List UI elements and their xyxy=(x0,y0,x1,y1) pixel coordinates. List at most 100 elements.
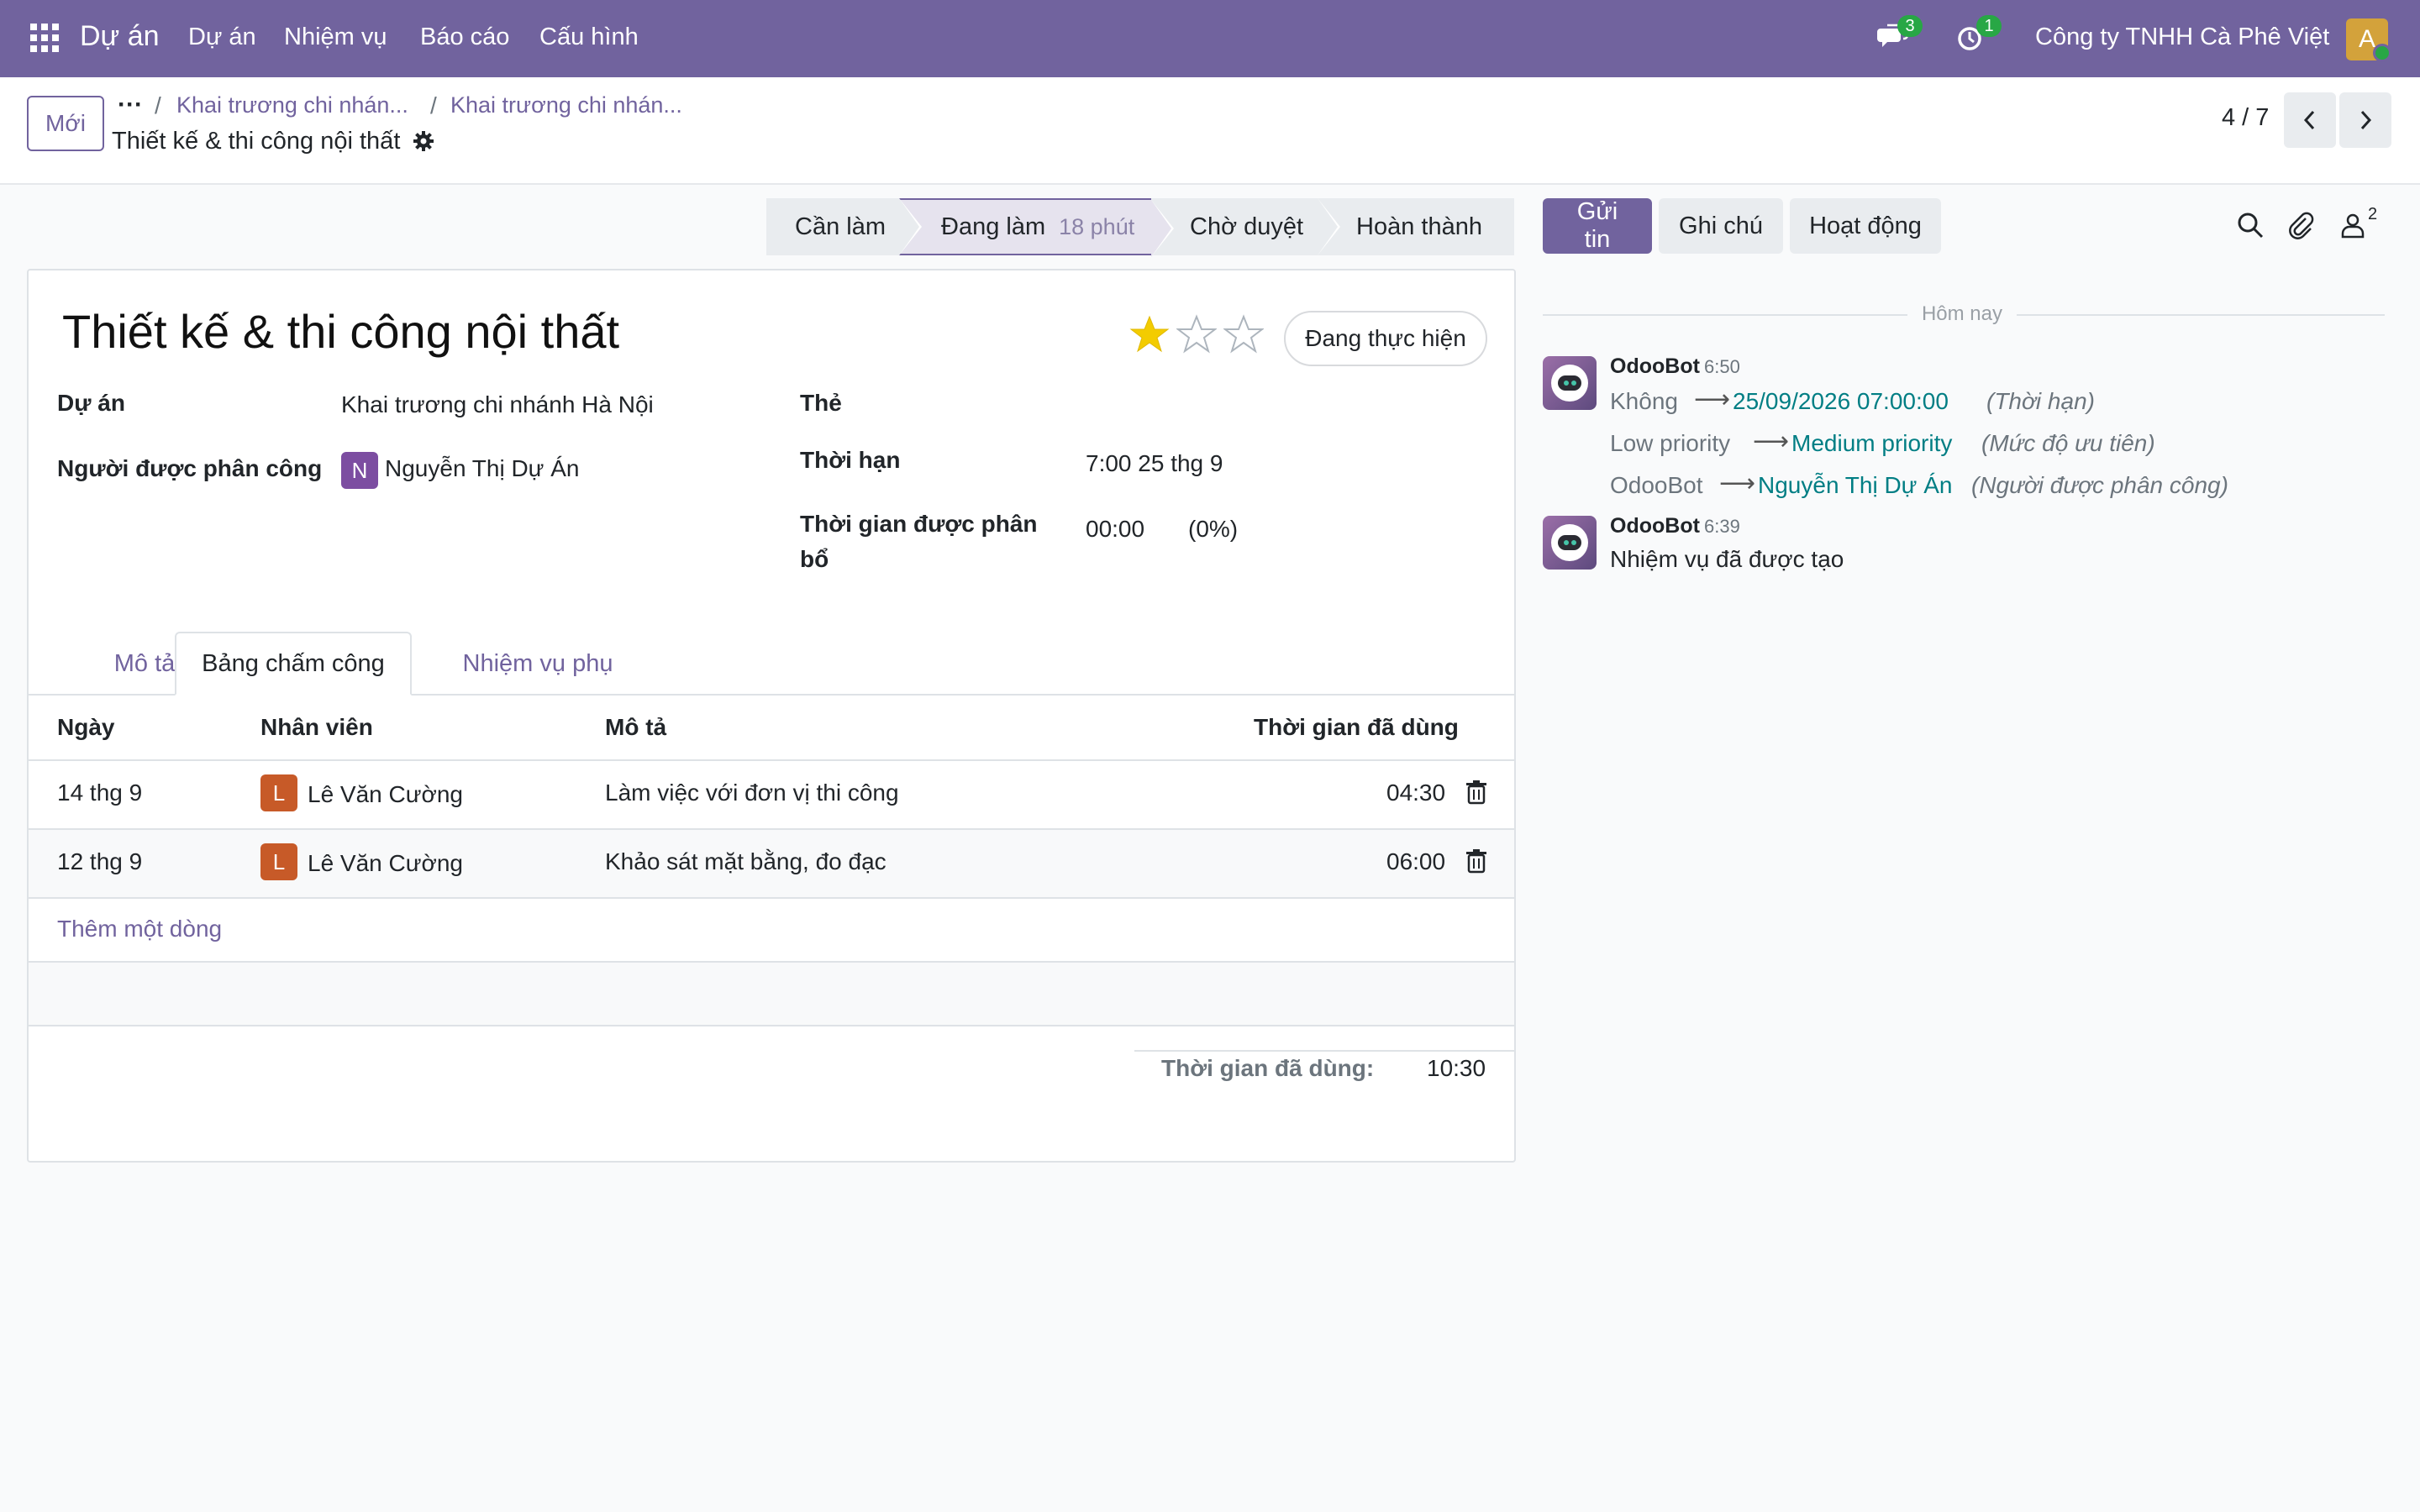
company-switcher[interactable]: Công ty TNHH Cà Phê Việt xyxy=(2035,24,2329,51)
pager-previous-button[interactable] xyxy=(2284,92,2336,148)
menu-configuration[interactable]: Cấu hình xyxy=(539,24,639,51)
message-time: 6:50 xyxy=(1704,356,1740,377)
date-divider-label: Hôm nay xyxy=(1921,302,2003,325)
priority-star-empty-icon[interactable] xyxy=(1223,314,1264,354)
deadline-field[interactable]: 7:00 25 thg 9 xyxy=(1086,450,1223,477)
control-panel: Mới ··· / Khai trương chi nhán... / Khai… xyxy=(0,77,2420,185)
message-time: 6:39 xyxy=(1704,516,1740,537)
add-line-link[interactable]: Thêm một dòng xyxy=(57,916,222,942)
row-1-date[interactable]: 14 thg 9 xyxy=(57,780,142,806)
row-1-employee[interactable]: Lê Văn Cường xyxy=(308,781,463,808)
odoobot-avatar[interactable] xyxy=(1543,516,1597,570)
presence-indicator xyxy=(2373,44,2391,62)
arrow-right-icon: ⟶ xyxy=(1719,470,1756,497)
column-header-time-spent[interactable]: Thời gian đã dùng xyxy=(1254,714,1459,741)
message-author[interactable]: OdooBot xyxy=(1610,354,1700,379)
menu-reporting[interactable]: Báo cáo xyxy=(420,24,509,51)
app-brand[interactable]: Dự án xyxy=(80,20,160,53)
priority-star-empty-icon[interactable] xyxy=(1176,314,1217,354)
tracking-new-value: Medium priority xyxy=(1791,430,1953,456)
total-time-label: Thời gian đã dùng: xyxy=(1161,1055,1375,1081)
chevron-right-icon xyxy=(2360,110,2372,130)
trash-icon[interactable] xyxy=(1465,780,1487,805)
arrow-right-icon: ⟶ xyxy=(1753,428,1790,455)
stage-label: Chờ duyệt xyxy=(1190,213,1304,240)
total-divider xyxy=(1134,1050,1514,1052)
assignee-avatar: N xyxy=(341,452,378,489)
activities-icon[interactable]: 1 xyxy=(1954,15,2002,57)
task-name-field[interactable]: Thiết kế & thi công nội thất xyxy=(62,304,619,359)
message-author[interactable]: OdooBot xyxy=(1610,514,1700,538)
stage-waiting-approval[interactable]: Chờ duyệt xyxy=(1151,198,1340,255)
row-1-description[interactable]: Làm việc với đơn vị thi công xyxy=(605,780,899,806)
tracking-field-name: (Người được phân công) xyxy=(1971,472,2228,498)
app-root: Dự án Dự án Nhiệm vụ Báo cáo Cấu hình 3 … xyxy=(0,0,2420,1512)
column-header-employee[interactable]: Nhân viên xyxy=(260,714,373,741)
followers-count: 2 xyxy=(2368,205,2378,223)
row-2-duration[interactable]: 06:00 xyxy=(1386,848,1445,875)
date-divider-line xyxy=(2017,314,2385,316)
activity-button[interactable]: Hoạt động xyxy=(1790,198,1941,254)
menu-projects[interactable]: Dự án xyxy=(188,24,256,51)
tab-timesheets[interactable]: Bảng chấm công xyxy=(175,632,412,696)
messages-icon[interactable]: 3 xyxy=(1876,15,1923,57)
tracking-old-value: OdooBot xyxy=(1610,472,1703,498)
breadcrumb-project[interactable]: Khai trương chi nhán... xyxy=(176,92,408,118)
apps-menu-icon[interactable] xyxy=(30,24,59,52)
breadcrumb-separator: / xyxy=(430,92,437,118)
new-record-button[interactable]: Mới xyxy=(27,96,104,151)
row-2-date[interactable]: 12 thg 9 xyxy=(57,848,142,875)
stage-todo[interactable]: Cần làm xyxy=(766,198,922,255)
log-note-button[interactable]: Ghi chú xyxy=(1659,198,1783,254)
column-header-description[interactable]: Mô tả xyxy=(605,714,666,741)
project-label: Dự án xyxy=(57,390,125,416)
tracking-field-name: (Mức độ ưu tiên) xyxy=(1981,430,2155,456)
stage-duration: 18 phút xyxy=(1059,213,1135,239)
tracking-old-value: Không xyxy=(1610,388,1678,414)
tab-subtasks[interactable]: Nhiệm vụ phụ xyxy=(429,632,647,696)
tracking-new-value: 25/09/2026 07:00:00 xyxy=(1733,388,1949,414)
assignee-field[interactable]: Nguyễn Thị Dự Án xyxy=(385,455,579,482)
activities-badge: 1 xyxy=(1976,15,2002,37)
chevron-left-icon xyxy=(2303,110,2315,130)
breadcrumb-separator: / xyxy=(155,92,161,118)
message-body: Nhiệm vụ đã được tạo xyxy=(1610,546,1844,572)
stage-in-progress[interactable]: Đang làm 18 phút xyxy=(899,198,1174,257)
trash-icon[interactable] xyxy=(1465,848,1487,874)
tags-label: Thẻ xyxy=(800,390,842,416)
stage-statusbar: Cần làm Đang làm 18 phút Chờ duyệt Hoàn … xyxy=(766,198,1514,257)
allocated-time-percent: (0%) xyxy=(1188,516,1239,542)
deadline-label: Thời hạn xyxy=(800,447,901,473)
date-divider-line xyxy=(1543,314,1907,316)
table-footer-band xyxy=(29,963,1514,1025)
stage-label: Hoàn thành xyxy=(1356,213,1482,240)
send-message-button[interactable]: Gửi tin xyxy=(1543,198,1652,254)
breadcrumb-ellipsis-icon[interactable]: ··· xyxy=(118,91,143,119)
project-field[interactable]: Khai trương chi nhánh Hà Nội xyxy=(341,391,654,418)
task-state-button[interactable]: Đang thực hiện xyxy=(1284,311,1487,366)
form-sheet: Thiết kế & thi công nội thất Đang thực h… xyxy=(27,269,1516,1163)
pager-value[interactable]: 4 / 7 xyxy=(2222,104,2269,132)
stage-label: Đang làm xyxy=(941,213,1046,240)
followers-icon[interactable] xyxy=(2338,210,2368,240)
stage-done[interactable]: Hoàn thành xyxy=(1318,198,1514,255)
row-1-duration[interactable]: 04:30 xyxy=(1386,780,1445,806)
column-header-date[interactable]: Ngày xyxy=(57,714,114,741)
row-2-description[interactable]: Khảo sát mặt bằng, đo đạc xyxy=(605,848,886,875)
odoobot-avatar[interactable] xyxy=(1543,356,1597,410)
row-1-employee-avatar: L xyxy=(260,774,297,811)
assignee-label: Người được phân công xyxy=(57,455,323,481)
allocated-time-label: Thời gian được phân xyxy=(800,511,1038,537)
pager-next-button[interactable] xyxy=(2339,92,2391,148)
table-divider xyxy=(29,759,1514,761)
messages-badge: 3 xyxy=(1897,15,1923,37)
paperclip-icon[interactable] xyxy=(2286,210,2316,240)
breadcrumb-project-tasks[interactable]: Khai trương chi nhán... xyxy=(450,92,682,118)
allocated-time-field[interactable]: 00:00 xyxy=(1086,516,1144,543)
menu-tasks[interactable]: Nhiệm vụ xyxy=(284,24,387,51)
priority-star-filled-icon[interactable] xyxy=(1129,314,1170,354)
gear-icon[interactable] xyxy=(412,129,437,155)
top-navbar: Dự án Dự án Nhiệm vụ Báo cáo Cấu hình 3 … xyxy=(0,0,2420,77)
search-icon[interactable] xyxy=(2235,210,2265,240)
row-2-employee[interactable]: Lê Văn Cường xyxy=(308,850,463,877)
